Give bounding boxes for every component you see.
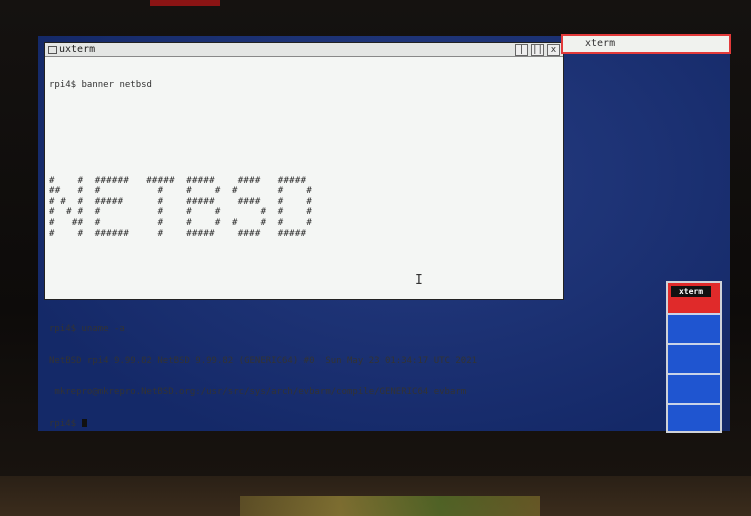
terminal-line: NetBSD rpi4 9.99.82 NetBSD 9.99.82 (GENE… <box>49 355 478 366</box>
pager-desktop-1[interactable]: xterm <box>668 283 720 313</box>
bezel-glint <box>150 0 220 6</box>
minimize-button[interactable]: | <box>515 44 528 56</box>
uxterm-window[interactable]: uxterm | || x rpi4$ banner netbsd # # ##… <box>44 42 564 429</box>
close-button[interactable]: x <box>547 44 560 56</box>
maximize-button[interactable]: || <box>531 44 544 56</box>
pager-window-label[interactable]: xterm <box>671 286 711 297</box>
terminal-line: rpi4$ uname -a <box>49 323 125 334</box>
window-titlebar[interactable]: uxterm | || x <box>45 43 563 57</box>
xterm-window-title: xterm <box>585 38 616 49</box>
pager-desktop-4[interactable] <box>668 373 720 403</box>
terminal-line: rpi4$ banner netbsd <box>49 80 152 91</box>
ibeam-cursor-icon: I <box>415 273 423 288</box>
pager-desktop-3[interactable] <box>668 343 720 373</box>
prompt-line: rpi4$ <box>49 419 557 430</box>
terminal-line: mkrepro@mkrepro.NetBSD.org:/usr/src/sys/… <box>49 387 467 398</box>
terminal-area[interactable]: rpi4$ banner netbsd # # ###### ##### ###… <box>49 59 557 429</box>
window-menu-icon[interactable] <box>48 46 57 54</box>
prompt-text: rpi4$ <box>49 419 82 430</box>
pager-desktop-2[interactable] <box>668 313 720 343</box>
window-title: uxterm <box>59 44 96 55</box>
text-cursor <box>81 419 87 428</box>
pager-desktop-5[interactable] <box>668 403 720 431</box>
xterm-window-titlebar[interactable]: xterm <box>561 34 731 54</box>
desktop-pager[interactable]: xterm <box>666 281 722 433</box>
netbsd-banner: # # ###### ##### ##### #### ##### ## # # … <box>49 175 313 239</box>
desk-strip <box>240 496 540 516</box>
